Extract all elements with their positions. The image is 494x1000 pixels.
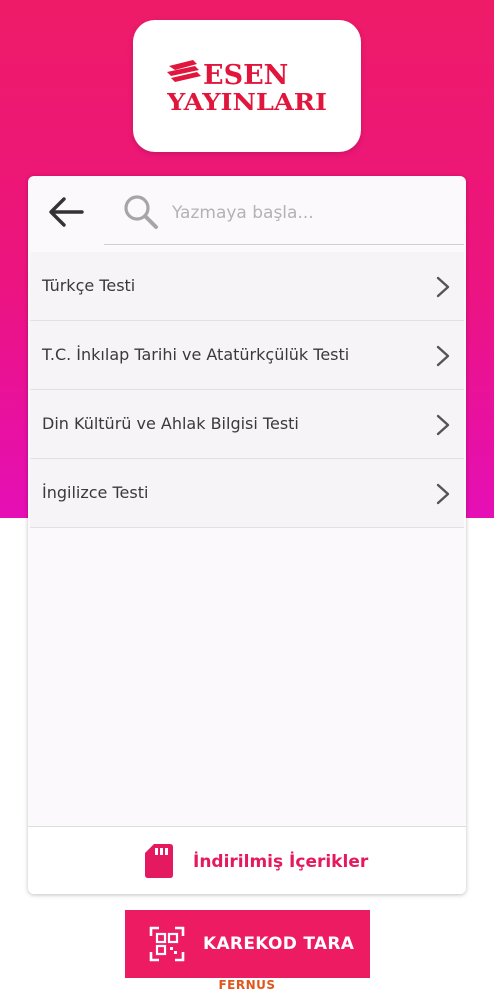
esen-logo: ESEN YAYINLARI — [167, 60, 327, 114]
test-list-panel: Türkçe Testi T.C. İnkılap Tarihi ve Atat… — [28, 176, 466, 894]
chevron-right-icon — [436, 414, 450, 436]
logo-text-line1: ESEN — [203, 60, 288, 91]
list-item-label: T.C. İnkılap Tarihi ve Atatürkçülük Test… — [42, 345, 350, 364]
search-field-wrapper — [104, 176, 464, 245]
chevron-right-icon — [436, 276, 450, 298]
test-list: Türkçe Testi T.C. İnkılap Tarihi ve Atat… — [30, 252, 464, 528]
list-item-label: İngilizce Testi — [42, 483, 149, 502]
logo-card: ESEN YAYINLARI — [133, 20, 361, 152]
list-item-inkilap-tarihi[interactable]: T.C. İnkılap Tarihi ve Atatürkçülük Test… — [30, 321, 464, 390]
list-item-din-kulturu[interactable]: Din Kültürü ve Ahlak Bilgisi Testi — [30, 390, 464, 459]
list-item-label: Türkçe Testi — [42, 276, 136, 295]
list-item-turkce[interactable]: Türkçe Testi — [30, 252, 464, 321]
scan-qr-button[interactable]: KAREKOD TARA — [125, 910, 370, 978]
list-item-ingilizce[interactable]: İngilizce Testi — [30, 459, 464, 528]
chevron-right-icon — [436, 483, 450, 505]
sd-card-icon — [145, 844, 173, 878]
search-icon — [124, 195, 158, 229]
logo-text-line2: YAYINLARI — [167, 89, 327, 114]
list-item-label: Din Kültürü ve Ahlak Bilgisi Testi — [42, 414, 299, 433]
search-input[interactable] — [170, 196, 444, 230]
chevron-right-icon — [436, 345, 450, 367]
brand-footer: FERNUS — [218, 978, 276, 992]
downloaded-content-button[interactable]: İndirilmiş İçerikler — [28, 826, 466, 894]
search-bar — [28, 176, 466, 248]
back-button[interactable] — [46, 194, 86, 230]
downloaded-content-label: İndirilmiş İçerikler — [193, 852, 369, 872]
scan-qr-label: KAREKOD TARA — [203, 934, 355, 954]
qr-scan-icon — [149, 926, 185, 962]
arrow-left-icon — [49, 197, 84, 227]
